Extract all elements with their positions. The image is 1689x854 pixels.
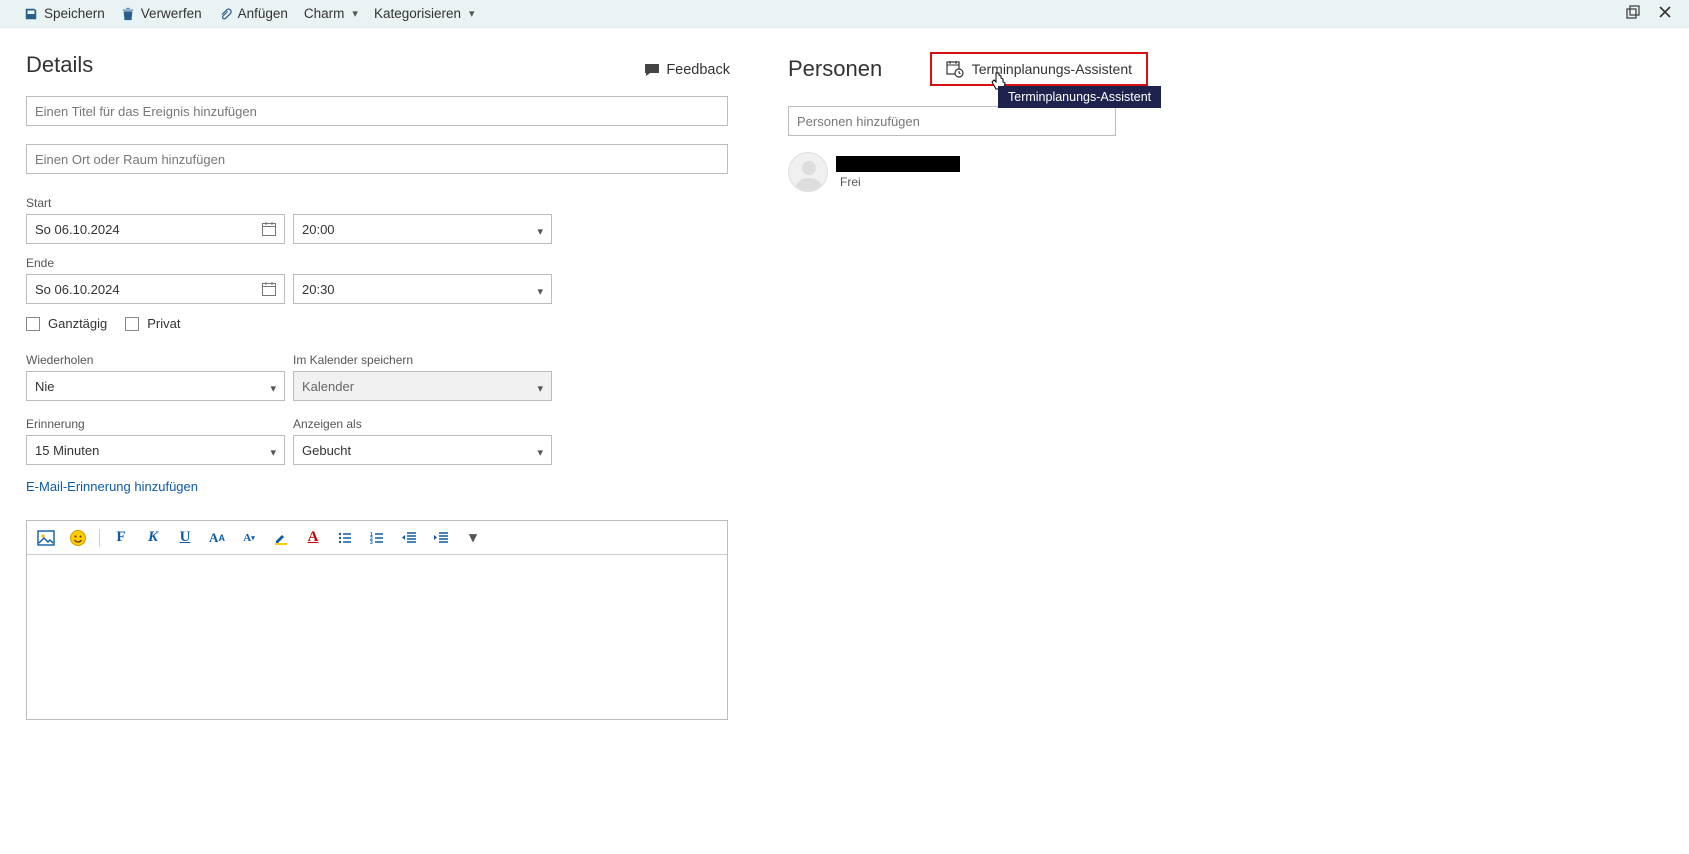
- start-time-value: 20:00: [302, 222, 335, 237]
- bold-button[interactable]: F: [110, 527, 132, 549]
- save-in-label: Im Kalender speichern: [293, 353, 552, 367]
- show-as-value: Gebucht: [302, 443, 351, 458]
- reminder-label: Erinnerung: [26, 417, 285, 431]
- insert-image-icon[interactable]: [35, 527, 57, 549]
- attendee-status: Frei: [840, 175, 960, 189]
- attach-label: Anfügen: [238, 6, 288, 21]
- start-label: Start: [26, 196, 744, 210]
- repeat-select[interactable]: Nie ▾: [26, 371, 285, 401]
- save-button[interactable]: Speichern: [16, 2, 113, 25]
- checkbox-box: [125, 317, 139, 331]
- popout-button[interactable]: [1617, 0, 1649, 27]
- repeat-label: Wiederholen: [26, 353, 285, 367]
- start-date-input[interactable]: So 06.10.2024: [26, 214, 285, 244]
- scheduling-assistant-tooltip: Terminplanungs-Assistent: [998, 86, 1161, 108]
- people-column: Personen Terminplanungs-Assistent Termin…: [788, 52, 1268, 720]
- add-people-input[interactable]: [788, 106, 1116, 136]
- calendar-select[interactable]: Kalender ▾: [293, 371, 552, 401]
- editor-body[interactable]: [27, 555, 727, 719]
- svg-text:3: 3: [370, 540, 373, 546]
- show-as-label: Anzeigen als: [293, 417, 552, 431]
- trash-icon: [121, 7, 135, 21]
- categorize-label: Kategorisieren: [374, 6, 461, 21]
- allday-label: Ganztägig: [48, 316, 107, 331]
- discard-label: Verwerfen: [141, 6, 202, 21]
- discard-button[interactable]: Verwerfen: [113, 2, 210, 25]
- chevron-down-icon: ▾: [537, 225, 543, 238]
- people-heading: Personen: [788, 56, 882, 82]
- categorize-button[interactable]: Kategorisieren ▾: [366, 2, 483, 25]
- details-column: Details Feedback Start So 06.10.2024 20:…: [26, 52, 744, 720]
- details-heading: Details: [26, 52, 93, 78]
- editor: F K U AA A▾ A 123 ▾: [26, 520, 728, 720]
- chevron-down-icon: ▾: [270, 382, 276, 395]
- save-icon: [24, 7, 38, 21]
- chevron-down-icon: ▾: [352, 7, 358, 20]
- save-label: Speichern: [44, 6, 105, 21]
- chevron-down-icon: ▾: [537, 446, 543, 459]
- private-checkbox[interactable]: Privat: [125, 316, 180, 331]
- reminder-value: 15 Minuten: [35, 443, 99, 458]
- attendee-name-redacted: [836, 156, 960, 172]
- checkbox-box: [26, 317, 40, 331]
- end-date-input[interactable]: So 06.10.2024: [26, 274, 285, 304]
- calendar-icon: [261, 281, 277, 297]
- font-color-button[interactable]: A: [302, 527, 324, 549]
- email-reminder-link[interactable]: E-Mail-Erinnerung hinzufügen: [26, 479, 744, 494]
- private-label: Privat: [147, 316, 180, 331]
- font-size-up-button[interactable]: AA: [206, 527, 228, 549]
- toolbar: Speichern Verwerfen Anfügen Charm ▾ Kate…: [0, 0, 1689, 28]
- end-label: Ende: [26, 256, 744, 270]
- end-time-value: 20:30: [302, 282, 335, 297]
- content: Details Feedback Start So 06.10.2024 20:…: [0, 28, 1689, 744]
- underline-button[interactable]: U: [174, 527, 196, 549]
- bullet-list-button[interactable]: [334, 527, 356, 549]
- outdent-button[interactable]: [398, 527, 420, 549]
- close-button[interactable]: [1649, 0, 1681, 27]
- font-size-down-button[interactable]: A▾: [238, 527, 260, 549]
- highlight-button[interactable]: [270, 527, 292, 549]
- allday-checkbox[interactable]: Ganztägig: [26, 316, 107, 331]
- indent-button[interactable]: [430, 527, 452, 549]
- attach-button[interactable]: Anfügen: [210, 2, 296, 25]
- reminder-select[interactable]: 15 Minuten ▾: [26, 435, 285, 465]
- chevron-down-icon: ▾: [537, 382, 543, 395]
- start-time-select[interactable]: 20:00 ▾: [293, 214, 552, 244]
- calendar-icon: [261, 221, 277, 237]
- editor-toolbar: F K U AA A▾ A 123 ▾: [27, 521, 727, 555]
- repeat-value: Nie: [35, 379, 55, 394]
- popout-icon: [1625, 4, 1641, 23]
- scheduling-assistant-icon: [946, 60, 964, 78]
- start-date-value: So 06.10.2024: [35, 222, 120, 237]
- close-icon: [1657, 4, 1673, 23]
- avatar: [788, 152, 828, 192]
- feedback-button[interactable]: Feedback: [644, 62, 730, 78]
- feedback-label: Feedback: [666, 62, 730, 78]
- calendar-value: Kalender: [302, 379, 354, 394]
- end-time-select[interactable]: 20:30 ▾: [293, 274, 552, 304]
- scheduling-assistant-label: Terminplanungs-Assistent: [972, 61, 1132, 77]
- chevron-down-icon: ▾: [537, 285, 543, 298]
- attendee-row: Frei: [788, 152, 1148, 192]
- charm-button[interactable]: Charm ▾: [296, 2, 366, 25]
- scheduling-assistant-button[interactable]: Terminplanungs-Assistent: [930, 52, 1148, 86]
- feedback-icon: [644, 62, 660, 78]
- chevron-down-icon: ▾: [469, 7, 475, 20]
- chevron-down-icon: ▾: [270, 446, 276, 459]
- title-input[interactable]: [26, 96, 728, 126]
- location-input[interactable]: [26, 144, 728, 174]
- paperclip-icon: [218, 7, 232, 21]
- show-as-select[interactable]: Gebucht ▾: [293, 435, 552, 465]
- end-date-value: So 06.10.2024: [35, 282, 120, 297]
- italic-button[interactable]: K: [142, 527, 164, 549]
- number-list-button[interactable]: 123: [366, 527, 388, 549]
- emoji-icon[interactable]: [67, 527, 89, 549]
- more-formatting-button[interactable]: ▾: [462, 527, 484, 549]
- charm-label: Charm: [304, 6, 345, 21]
